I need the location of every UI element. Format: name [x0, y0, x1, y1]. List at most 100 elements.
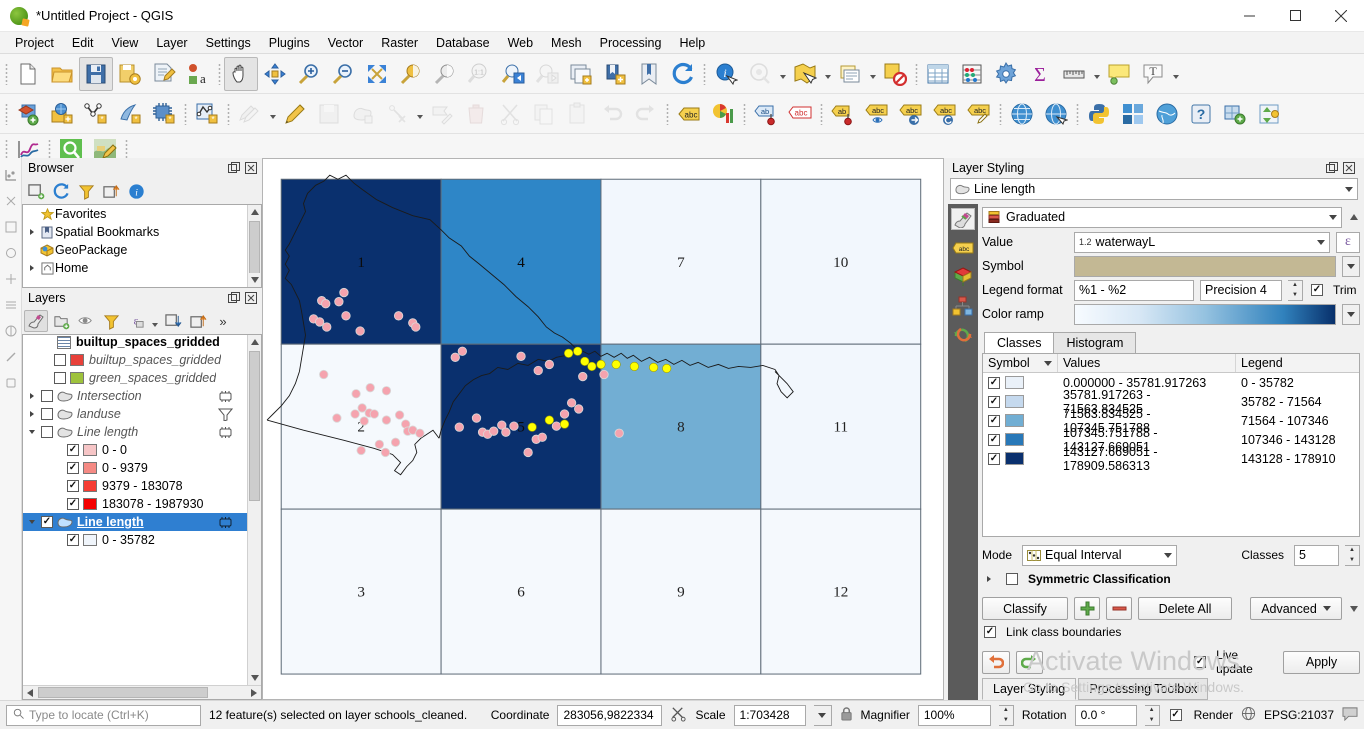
new-print-layout-button[interactable]	[147, 57, 181, 91]
school-point-unselected[interactable]	[319, 369, 329, 380]
classes-grid[interactable]: Symbol Values Legend ✓ 0.000000 - 35781.9…	[982, 353, 1360, 537]
browser-item-spatial-bookmarks[interactable]: Spatial Bookmarks	[23, 223, 247, 241]
show-bookmarks-button[interactable]	[632, 57, 666, 91]
select-by-value-dropdown[interactable]	[867, 57, 878, 91]
column-values[interactable]: Values	[1058, 354, 1236, 372]
school-point-unselected[interactable]	[516, 351, 526, 361]
school-point-unselected[interactable]	[614, 428, 624, 438]
dock-handle-7[interactable]	[1, 318, 21, 344]
school-point-selected[interactable]	[596, 359, 606, 369]
vertex-tool-button[interactable]	[380, 97, 414, 131]
pan-to-selection-button[interactable]	[258, 57, 292, 91]
browser-tree[interactable]: Favorites Spatial Bookmarks GeoPackage H…	[22, 204, 262, 288]
render-checkbox[interactable]: ✓	[1169, 709, 1182, 721]
precision-spinner[interactable]: ▲ ▼	[1288, 279, 1303, 301]
zoom-full-button[interactable]	[360, 57, 394, 91]
tab-histogram[interactable]: Histogram	[1053, 332, 1137, 353]
minimize-button[interactable]	[1226, 0, 1272, 32]
layers-vscrollbar[interactable]	[247, 335, 261, 685]
menu-settings[interactable]: Settings	[197, 34, 260, 52]
browser-refresh-button[interactable]	[49, 180, 73, 202]
class-visibility-checkbox[interactable]: ✓	[988, 452, 1000, 465]
remove-class-button[interactable]	[1106, 597, 1132, 620]
school-point-unselected[interactable]	[566, 398, 577, 408]
school-point-unselected[interactable]	[559, 409, 570, 419]
scroll-left-arrow[interactable]	[23, 686, 37, 699]
pan-map-button[interactable]	[224, 56, 258, 91]
zoom-next-button[interactable]	[530, 57, 564, 91]
crs-icon[interactable]	[1241, 706, 1256, 724]
menu-database[interactable]: Database	[427, 34, 499, 52]
menu-vector[interactable]: Vector	[319, 34, 372, 52]
move-label-button[interactable]: ab	[826, 97, 860, 131]
class-color-swatch[interactable]	[1005, 414, 1024, 427]
symmetric-classification-checkbox[interactable]	[1006, 573, 1018, 585]
select-features-button[interactable]	[788, 57, 822, 91]
school-point-unselected[interactable]	[390, 437, 401, 447]
school-point-unselected[interactable]	[394, 410, 405, 420]
filter-legend-button[interactable]	[99, 310, 123, 332]
delete-all-button[interactable]: Delete All	[1138, 597, 1232, 620]
current-edits-button[interactable]	[233, 97, 267, 131]
class-visibility-checkbox[interactable]: ✓	[988, 376, 1000, 389]
school-point-unselected[interactable]	[365, 383, 375, 393]
copy-features-button[interactable]	[527, 97, 561, 131]
browser-add-selected-layers-button[interactable]	[24, 180, 48, 202]
zoom-in-button[interactable]	[292, 57, 326, 91]
school-point-selected[interactable]	[564, 348, 574, 358]
layer-tree-item[interactable]: ✓ 9379 - 183078	[23, 477, 247, 495]
spin-down[interactable]: ▼	[1345, 555, 1359, 565]
menu-project[interactable]: Project	[6, 34, 63, 52]
menu-layer[interactable]: Layer	[147, 34, 196, 52]
field-calculator-button[interactable]	[955, 57, 989, 91]
scroll-thumb[interactable]	[249, 351, 260, 501]
class-row[interactable]: ✓ 143127.669051 - 178909.586313 143128 - 1…	[983, 445, 1359, 473]
open-layer-styling-panel-button[interactable]	[24, 310, 48, 332]
open-project-button[interactable]	[45, 57, 79, 91]
maximize-button[interactable]	[1272, 0, 1318, 32]
add-mesh-layer-button[interactable]: *	[147, 97, 181, 131]
layers-close-button[interactable]	[244, 291, 258, 305]
chevron-down-icon[interactable]	[1164, 553, 1172, 558]
school-point-selected[interactable]	[587, 361, 597, 371]
school-point-unselected[interactable]	[359, 416, 369, 426]
menu-help[interactable]: Help	[670, 34, 714, 52]
statistical-summary-button[interactable]: Σ	[1023, 57, 1057, 91]
add-spatialite-layer-button[interactable]: *	[113, 97, 147, 131]
class-visibility-checkbox[interactable]: ✓	[988, 414, 1000, 427]
new-virtual-layer-button[interactable]: *	[190, 97, 224, 131]
expand-icon[interactable]	[25, 423, 39, 441]
dock-handle-8[interactable]	[1, 344, 21, 370]
undo-button[interactable]	[595, 97, 629, 131]
layer-tree-item[interactable]: landuse	[23, 405, 247, 423]
tab-processing-toolbox[interactable]: Processing Toolbox	[1078, 678, 1209, 700]
class-color-swatch[interactable]	[1005, 376, 1024, 389]
browser-collapse-all-button[interactable]	[99, 180, 123, 202]
move-label2-button[interactable]: abc	[894, 97, 928, 131]
menu-view[interactable]: View	[102, 34, 147, 52]
school-point-unselected[interactable]	[381, 386, 392, 396]
scroll-thumb[interactable]	[249, 221, 260, 281]
school-point-unselected[interactable]	[454, 422, 464, 432]
save-project-as-button[interactable]	[113, 57, 147, 91]
browser-scrollbar[interactable]	[247, 205, 261, 287]
layer-visibility-checkbox[interactable]	[41, 426, 53, 438]
refresh-button[interactable]	[666, 57, 700, 91]
map-tips-button[interactable]	[1102, 57, 1136, 91]
symbol-dropdown-button[interactable]	[1342, 255, 1360, 277]
layer-visibility-checkbox[interactable]: ✓	[41, 516, 53, 528]
column-legend[interactable]: Legend	[1236, 354, 1359, 372]
spin-down[interactable]: ▼	[1145, 715, 1159, 725]
dock-handle-1[interactable]	[1, 162, 21, 188]
redo-styling-button[interactable]	[1015, 650, 1044, 674]
link-class-boundaries-checkbox[interactable]: ✓	[984, 626, 996, 638]
spin-up[interactable]: ▲	[1345, 546, 1359, 556]
school-point-unselected[interactable]	[334, 297, 344, 307]
globe-button[interactable]	[1039, 97, 1073, 131]
expand-icon[interactable]	[25, 387, 39, 405]
layer-visibility-checkbox[interactable]: ✓	[67, 462, 79, 474]
text-annotation-button[interactable]: T	[1136, 57, 1170, 91]
spin-down[interactable]: ▼	[999, 715, 1013, 725]
menu-plugins[interactable]: Plugins	[260, 34, 319, 52]
dock-handle-5[interactable]	[1, 266, 21, 292]
